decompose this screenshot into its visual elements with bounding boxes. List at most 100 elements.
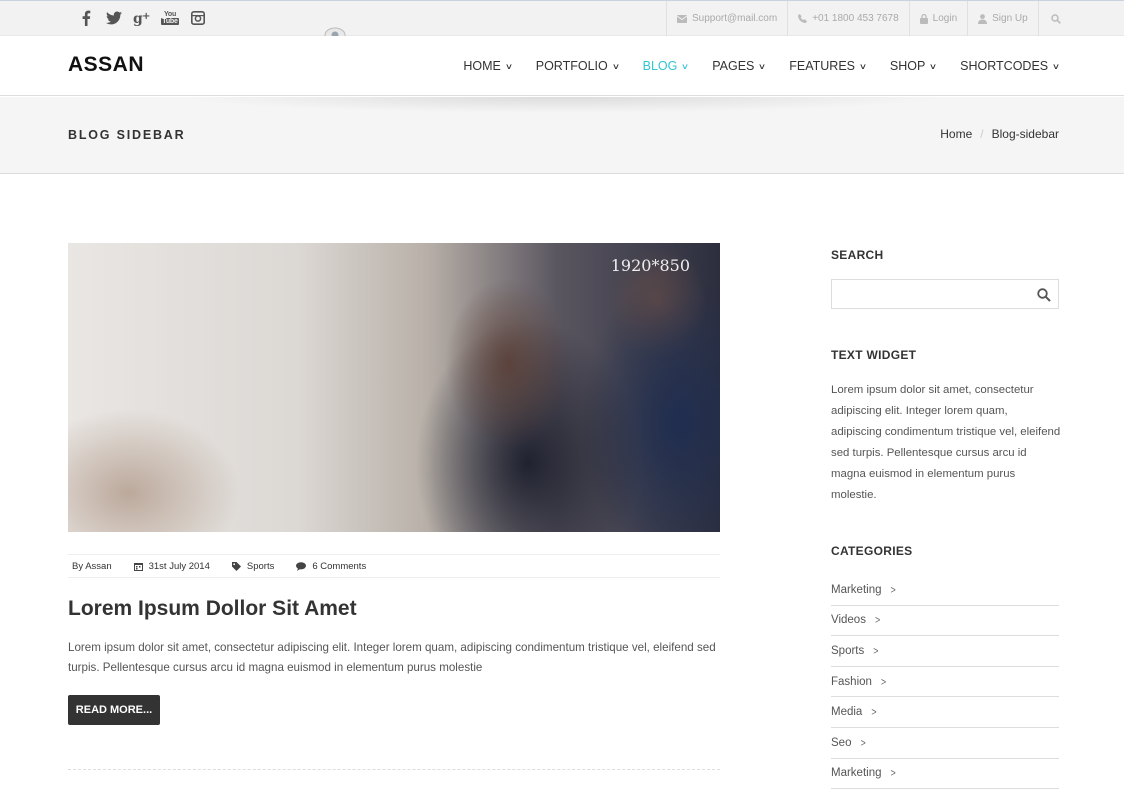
category-label: Fashion	[831, 675, 872, 688]
lock-icon	[919, 13, 928, 24]
chevron-down-icon: ∨	[611, 61, 620, 71]
chevron-down-icon: ∨	[504, 61, 513, 71]
page-title-bar: BLOG SIDEBAR Home / Blog-sidebar	[0, 97, 1124, 174]
youtube-logo-text: You Tube	[161, 11, 179, 25]
search-heading: SEARCH	[831, 248, 884, 262]
category-item[interactable]: Media >	[831, 697, 1059, 728]
phone-number: +01 1800 453 7678	[812, 13, 899, 24]
instagram-icon[interactable]	[184, 8, 212, 28]
category-label: Media	[831, 706, 863, 719]
chevron-down-icon: ∨	[681, 61, 690, 71]
category-list: Marketing > Videos > Sports > Fashion > Medi…	[831, 575, 1059, 790]
nav-label: FEATURES	[789, 59, 855, 73]
category-label: Marketing	[831, 767, 882, 780]
comment-icon	[296, 561, 307, 571]
category-item[interactable]: Sports >	[831, 636, 1059, 667]
phone-link[interactable]: +01 1800 453 7678	[787, 1, 908, 36]
nav-label: PORTFOLIO	[535, 59, 608, 73]
breadcrumb-home[interactable]: Home	[940, 127, 972, 141]
breadcrumb: Home / Blog-sidebar	[940, 127, 1059, 141]
text-widget-body: Lorem ipsum dolor sit amet, consectetur …	[831, 384, 1061, 501]
date-label: 31st July 2014	[148, 560, 210, 572]
category-item[interactable]: Seo >	[831, 728, 1059, 759]
google-plus-icon[interactable]: g +	[128, 8, 156, 28]
nav-label: BLOG	[642, 59, 678, 73]
post-divider	[68, 769, 720, 770]
support-email-link[interactable]: Support@mail.com	[666, 1, 787, 36]
nav-item-blog[interactable]: BLOG ∨	[642, 59, 690, 73]
svg-text:+: +	[142, 11, 150, 22]
nav-item-shop[interactable]: SHOP ∨	[889, 59, 938, 73]
nav-item-pages[interactable]: PAGES ∨	[712, 59, 767, 73]
nav-label: SHORTCODES	[960, 59, 1049, 73]
social-links: g + You Tube	[72, 8, 212, 30]
search-input[interactable]	[832, 280, 1027, 308]
topbar-search-button[interactable]	[1037, 1, 1073, 36]
login-link[interactable]: Login	[908, 1, 967, 36]
image-size-label: 1920*850	[610, 256, 690, 275]
nav-item-portfolio[interactable]: PORTFOLIO ∨	[535, 59, 620, 73]
post-tag[interactable]: Sports	[231, 560, 275, 572]
login-label: Login	[932, 13, 958, 24]
nav-item-home[interactable]: HOME ∨	[463, 59, 513, 73]
post-image[interactable]: 1920*850	[68, 243, 720, 532]
read-more-button[interactable]: READ MORE...	[68, 695, 160, 725]
chevron-right-icon: >	[874, 614, 881, 627]
post-excerpt: Lorem ipsum dolor sit amet, consectetur …	[68, 641, 716, 674]
breadcrumb-separator: /	[980, 127, 984, 141]
support-email: Support@mail.com	[692, 13, 778, 24]
category-label: Sports	[831, 644, 865, 657]
facebook-icon[interactable]	[72, 8, 100, 28]
category-item[interactable]: Fashion >	[831, 667, 1059, 698]
youtube-logo-bottom: Tube	[161, 18, 179, 25]
nav-label: HOME	[463, 59, 501, 73]
chevron-down-icon: ∨	[1051, 61, 1061, 71]
youtube-logo-top: You	[163, 11, 177, 18]
nav-item-features[interactable]: FEATURES ∨	[789, 59, 868, 73]
top-bar: g + You Tube Support@mail.com +01 1800 45…	[0, 0, 1124, 36]
post-comments[interactable]: 6 Comments	[296, 561, 366, 572]
nav-label: PAGES	[712, 59, 755, 73]
phone-icon	[798, 14, 808, 23]
categories-heading: CATEGORIES	[831, 544, 913, 558]
envelope-icon	[677, 14, 687, 23]
chevron-right-icon: >	[890, 583, 896, 596]
main-header: ASSAN HOME ∨ PORTFOLIO ∨ BLOG ∨ PAGES ∨ FEAT…	[0, 36, 1124, 96]
page-title: BLOG SIDEBAR	[68, 128, 186, 142]
chevron-right-icon: >	[880, 675, 887, 688]
chevron-right-icon: >	[871, 706, 877, 719]
chevron-right-icon: >	[873, 644, 879, 657]
text-widget-heading: TEXT WIDGET	[831, 348, 917, 362]
category-item[interactable]: Marketing >	[831, 759, 1059, 790]
chevron-right-icon: >	[890, 767, 896, 780]
top-contact-bar: Support@mail.com +01 1800 453 7678 Login…	[666, 1, 1073, 36]
post-meta: By Assan 31st July 2014 Sports 6 Comment…	[68, 554, 720, 578]
post-author[interactable]: By Assan	[72, 561, 112, 572]
category-label: Marketing	[831, 583, 882, 596]
category-label: Seo	[831, 736, 852, 749]
user-icon	[978, 13, 988, 24]
search-box	[831, 279, 1059, 309]
category-item[interactable]: Videos >	[831, 606, 1059, 637]
nav-item-shortcodes[interactable]: SHORTCODES ∨	[960, 59, 1061, 73]
youtube-icon[interactable]: You Tube	[156, 8, 184, 28]
chevron-right-icon: >	[860, 736, 866, 749]
author-label: By Assan	[72, 560, 112, 572]
chevron-down-icon: ∨	[929, 61, 938, 71]
chevron-down-icon: ∨	[758, 61, 767, 71]
signup-link[interactable]: Sign Up	[967, 1, 1038, 36]
chevron-down-icon: ∨	[858, 61, 868, 71]
search-icon[interactable]	[1036, 287, 1052, 303]
twitter-icon[interactable]	[100, 8, 128, 28]
category-item[interactable]: Marketing >	[831, 575, 1059, 606]
search-icon	[1050, 13, 1061, 24]
comments-label: 6 Comments	[312, 560, 367, 572]
header-shadow	[180, 97, 944, 113]
tag-label: Sports	[246, 560, 275, 572]
post-title[interactable]: Lorem Ipsum Dollor Sit Amet	[68, 597, 357, 621]
nav-label: SHOP	[889, 59, 926, 73]
category-label: Videos	[831, 614, 866, 627]
site-logo[interactable]: ASSAN	[68, 53, 144, 77]
tag-icon	[231, 561, 241, 571]
breadcrumb-current: Blog-sidebar	[991, 127, 1059, 141]
